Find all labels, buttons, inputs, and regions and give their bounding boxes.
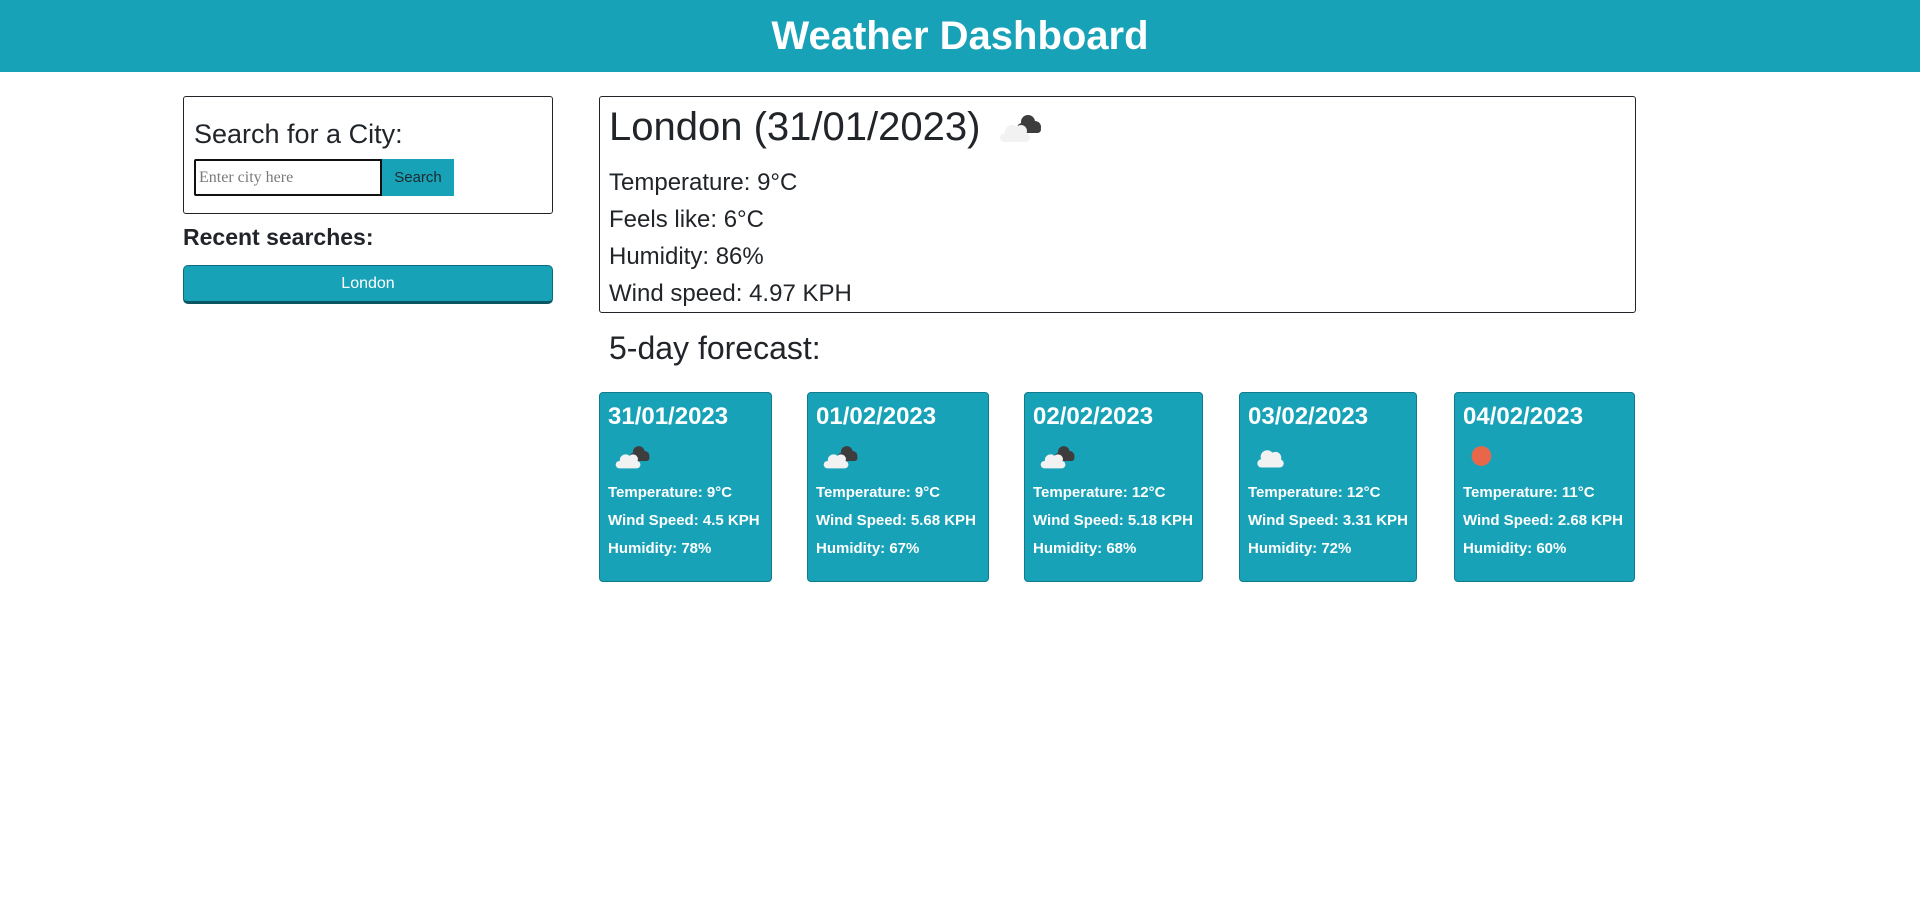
forecast-humidity: Humidity: 67% bbox=[816, 540, 920, 557]
forecast-card: 01/02/2023 Temperature: 9°C Wind Speed: … bbox=[807, 392, 989, 582]
current-weather-panel: London (31/01/2023) Temperature: 9°C Fee… bbox=[599, 96, 1636, 313]
forecast-card: 02/02/2023 Temperature: 12°C Wind Speed:… bbox=[1024, 392, 1203, 582]
forecast-card: 03/02/2023 Temperature: 12°C Wind Speed:… bbox=[1239, 392, 1417, 582]
forecast-humidity: Humidity: 78% bbox=[608, 540, 712, 557]
current-feels-like: Feels like: 6°C bbox=[609, 206, 764, 233]
search-panel: Search for a City: Search bbox=[183, 96, 553, 214]
forecast-wind-speed: Wind Speed: 3.31 KPH bbox=[1248, 512, 1408, 529]
search-row: Search bbox=[194, 159, 542, 196]
page-title: Weather Dashboard bbox=[771, 14, 1149, 58]
app-header: Weather Dashboard bbox=[0, 0, 1920, 72]
current-temperature: Temperature: 9°C bbox=[609, 169, 798, 196]
cloud-icon bbox=[1254, 437, 1408, 475]
search-title: Search for a City: bbox=[194, 119, 403, 149]
forecast-humidity: Humidity: 72% bbox=[1248, 540, 1352, 557]
forecast-temperature: Temperature: 9°C bbox=[816, 484, 941, 501]
sun-icon bbox=[1469, 437, 1626, 475]
forecast-wind-speed: Wind Speed: 2.68 KPH bbox=[1463, 512, 1623, 529]
forecast-wind-speed: Wind Speed: 5.68 KPH bbox=[816, 512, 976, 529]
forecast-date: 04/02/2023 bbox=[1463, 403, 1584, 430]
recent-search-london-button[interactable]: London bbox=[183, 265, 553, 304]
forecast-humidity: Humidity: 60% bbox=[1463, 540, 1567, 557]
forecast-temperature: Temperature: 11°C bbox=[1463, 484, 1595, 501]
search-button[interactable]: Search bbox=[382, 159, 454, 196]
current-city-title: London (31/01/2023) bbox=[609, 105, 981, 149]
current-weather-header: London (31/01/2023) bbox=[609, 104, 1626, 150]
forecast-wind-speed: Wind Speed: 4.5 KPH bbox=[608, 512, 760, 529]
forecast-humidity: Humidity: 68% bbox=[1033, 540, 1137, 557]
broken-clouds-icon bbox=[998, 110, 1044, 149]
forecast-date: 31/01/2023 bbox=[608, 403, 729, 430]
broken-clouds-icon bbox=[1039, 437, 1194, 475]
forecast-date: 03/02/2023 bbox=[1248, 403, 1369, 430]
forecast-date: 01/02/2023 bbox=[816, 403, 937, 430]
forecast-card: 04/02/2023 Temperature: 11°C Wind Speed:… bbox=[1454, 392, 1635, 582]
forecast-temperature: Temperature: 12°C bbox=[1248, 484, 1381, 501]
current-weather-stats: Temperature: 9°C Feels like: 6°C Humidit… bbox=[609, 164, 1626, 312]
forecast-temperature: Temperature: 12°C bbox=[1033, 484, 1166, 501]
recent-searches-list: London bbox=[183, 265, 553, 304]
forecast-wind-speed: Wind Speed: 5.18 KPH bbox=[1033, 512, 1193, 529]
broken-clouds-icon bbox=[822, 437, 980, 475]
forecast-temperature: Temperature: 9°C bbox=[608, 484, 733, 501]
forecast-date: 02/02/2023 bbox=[1033, 403, 1154, 430]
recent-searches-title: Recent searches: bbox=[183, 224, 374, 250]
current-humidity: Humidity: 86% bbox=[609, 243, 764, 270]
broken-clouds-icon bbox=[614, 437, 763, 475]
forecast-title: 5-day forecast: bbox=[609, 330, 821, 366]
city-search-input[interactable] bbox=[194, 159, 382, 196]
current-wind-speed: Wind speed: 4.97 KPH bbox=[609, 280, 852, 307]
forecast-card: 31/01/2023 Temperature: 9°C Wind Speed: … bbox=[599, 392, 772, 582]
